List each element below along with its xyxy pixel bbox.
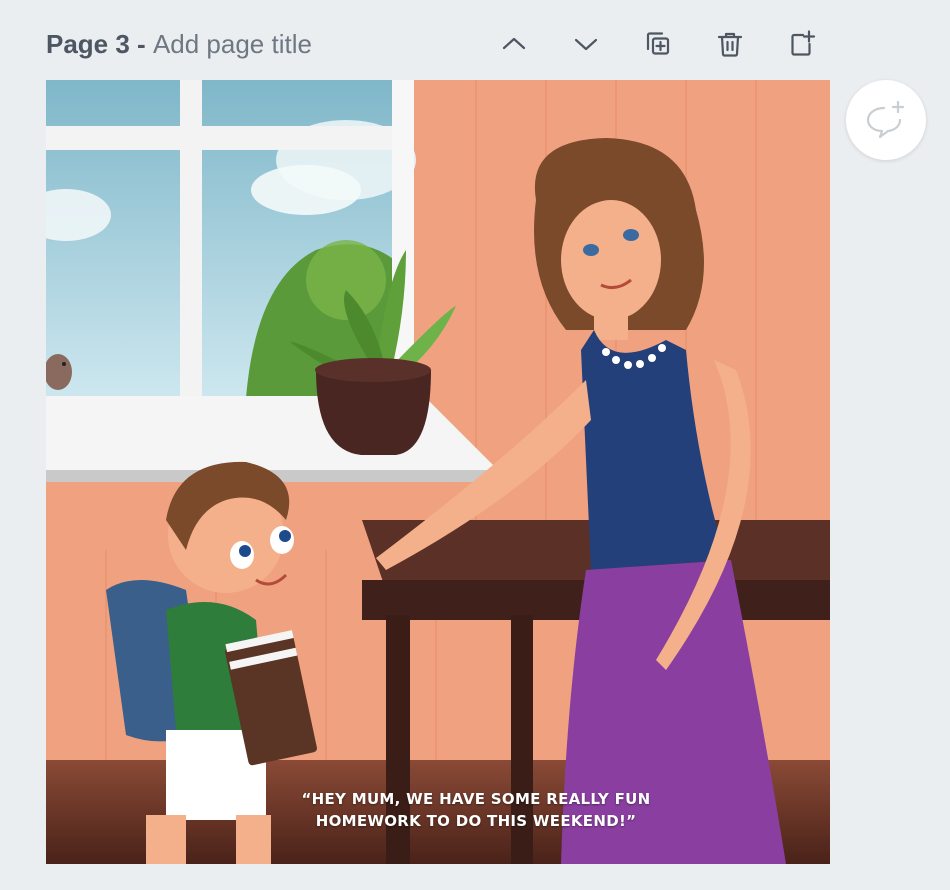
page-canvas[interactable]: “HEY MUM, WE HAVE SOME REALLY FUN HOMEWO… — [46, 80, 830, 864]
illustration — [46, 80, 830, 864]
add-comment-button[interactable] — [846, 80, 926, 160]
add-page-button[interactable] — [782, 24, 822, 64]
move-page-up-button[interactable] — [494, 24, 534, 64]
add-comment-icon — [866, 100, 905, 139]
trash-icon — [717, 32, 743, 57]
page-label: Page 3 - Add page title — [46, 29, 312, 59]
title-separator: - — [129, 29, 153, 59]
caption-line-2: HOMEWORK TO DO THIS WEEKEND!” — [315, 812, 637, 830]
chevron-up-icon — [502, 37, 526, 50]
duplicate-page-icon — [646, 32, 670, 55]
page-header: Page 3 - Add page title — [46, 22, 830, 66]
page-title-input[interactable]: Add page title — [153, 29, 312, 59]
caption-text: “HEY MUM, WE HAVE SOME REALLY FUN HOMEWO… — [246, 788, 706, 832]
page-number: Page 3 — [46, 29, 130, 59]
chevron-down-icon — [574, 38, 598, 51]
add-page-icon — [791, 30, 816, 56]
duplicate-page-button[interactable] — [638, 24, 678, 64]
delete-page-button[interactable] — [710, 24, 750, 64]
move-page-down-button[interactable] — [566, 24, 606, 64]
caption-line-1: “HEY MUM, WE HAVE SOME REALLY FUN — [301, 790, 651, 808]
